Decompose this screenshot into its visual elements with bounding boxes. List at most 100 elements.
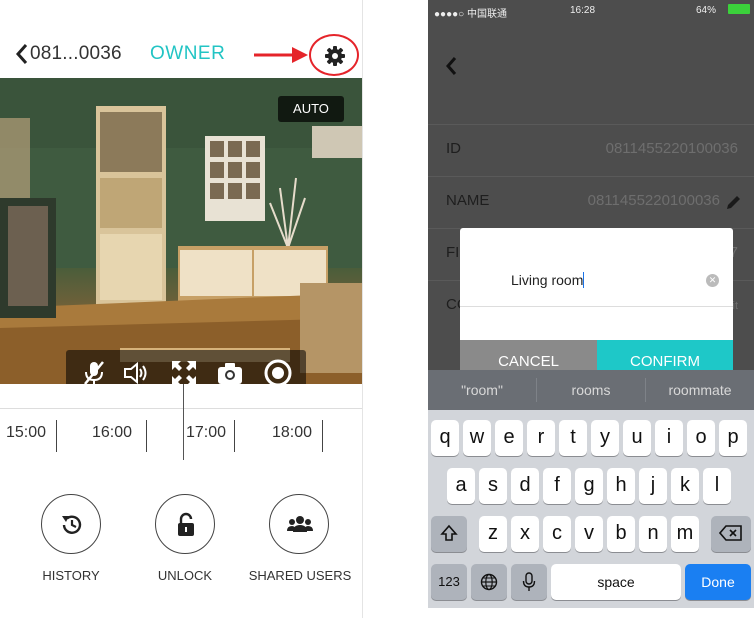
dictation-key[interactable]: [511, 564, 547, 600]
delete-key[interactable]: [711, 516, 751, 552]
camera-view-screen: 081...0036 OWNER AUTO 15:00 16:00 17:00 …: [0, 0, 362, 618]
playback-timeline[interactable]: 15:00 16:00 17:00 18:00: [0, 384, 362, 460]
screenshot-canvas: 081...0036 OWNER AUTO 15:00 16:00 17:00 …: [0, 0, 754, 618]
annotation-arrow-icon: [254, 47, 308, 63]
timeline-label: 15:00: [6, 424, 47, 441]
key-k[interactable]: k: [671, 468, 699, 504]
panel-divider: [362, 0, 363, 618]
info-row-id: ID 0811455220100036: [428, 124, 754, 172]
camera-icon[interactable]: [216, 359, 244, 384]
timeline-label: 16:00: [92, 424, 133, 441]
battery-percent: 64%: [696, 5, 717, 16]
backspace-icon: [718, 525, 742, 541]
key-s[interactable]: s: [479, 468, 507, 504]
shift-icon: [440, 524, 458, 541]
shift-key[interactable]: [431, 516, 467, 552]
rename-dialog: Living room ✕ CANCEL CONFIRM: [460, 228, 733, 384]
row-value: 0811455220100036: [587, 192, 720, 209]
timeline-label: 18:00: [272, 424, 313, 441]
key-m[interactable]: m: [671, 516, 699, 552]
timeline-track: [0, 408, 362, 409]
history-icon: [62, 515, 82, 534]
row-value: it: [732, 300, 739, 312]
key-p[interactable]: p: [719, 420, 747, 456]
unlock-button[interactable]: [155, 494, 215, 554]
key-a[interactable]: a: [447, 468, 475, 504]
dialog-separator: [460, 306, 733, 307]
timeline-tick: [146, 420, 147, 452]
key-i[interactable]: i: [655, 420, 683, 456]
text-caret: [583, 272, 585, 288]
settings-button[interactable]: [309, 34, 359, 76]
name-input-value[interactable]: Living room: [511, 272, 585, 288]
speaker-icon[interactable]: [122, 359, 150, 384]
key-u[interactable]: u: [623, 420, 651, 456]
users-icon: [287, 516, 313, 532]
live-video-feed[interactable]: AUTO: [0, 78, 362, 384]
header-bar: 081...0036 OWNER: [0, 34, 362, 78]
key-z[interactable]: z: [479, 516, 507, 552]
shared-users-button[interactable]: [269, 494, 329, 554]
done-key[interactable]: Done: [685, 564, 751, 600]
key-o[interactable]: o: [687, 420, 715, 456]
status-bar: ●●●●○ 中国联通 16:28 64%: [428, 0, 754, 20]
row-key: FI: [446, 244, 460, 261]
key-v[interactable]: v: [575, 516, 603, 552]
numbers-key[interactable]: 123: [431, 564, 467, 600]
video-control-bar: [66, 350, 306, 384]
key-d[interactable]: d: [511, 468, 539, 504]
suggestion-item[interactable]: "room": [428, 370, 536, 410]
mute-mic-icon[interactable]: [80, 359, 108, 384]
key-q[interactable]: q: [431, 420, 459, 456]
owner-badge: OWNER: [150, 43, 226, 64]
key-x[interactable]: x: [511, 516, 539, 552]
auto-quality-button[interactable]: AUTO: [278, 96, 344, 122]
history-label: HISTORY: [42, 568, 100, 583]
back-chevron-icon[interactable]: [14, 42, 30, 66]
timeline-cursor[interactable]: [183, 384, 184, 460]
key-c[interactable]: c: [543, 516, 571, 552]
timeline-tick: [322, 420, 323, 452]
key-n[interactable]: n: [639, 516, 667, 552]
status-time: 16:28: [570, 5, 596, 16]
key-y[interactable]: y: [591, 420, 619, 456]
key-w[interactable]: w: [463, 420, 491, 456]
unlock-icon: [178, 512, 194, 536]
key-t[interactable]: t: [559, 420, 587, 456]
fullscreen-icon[interactable]: [170, 359, 198, 384]
gear-icon: [325, 46, 345, 66]
key-j[interactable]: j: [639, 468, 667, 504]
key-f[interactable]: f: [543, 468, 571, 504]
timeline-tick: [56, 420, 57, 452]
key-b[interactable]: b: [607, 516, 635, 552]
row-key: ID: [446, 140, 461, 157]
record-icon[interactable]: [264, 359, 292, 384]
key-e[interactable]: e: [495, 420, 523, 456]
carrier-label: ●●●●○ 中国联通: [434, 9, 507, 20]
predictive-suggestions-bar: "room" rooms roommate: [428, 370, 754, 410]
pencil-icon[interactable]: [726, 193, 742, 209]
globe-icon: [480, 573, 498, 591]
shared-users-label: SHARED USERS: [248, 568, 352, 583]
info-row-name[interactable]: NAME 0811455220100036: [428, 176, 754, 224]
suggestion-item[interactable]: rooms: [537, 370, 645, 410]
history-button[interactable]: [41, 494, 101, 554]
key-l[interactable]: l: [703, 468, 731, 504]
space-key[interactable]: space: [551, 564, 681, 600]
ios-keyboard: q w e r t y u i o p a s d f g h j k l z …: [428, 410, 754, 608]
timeline-tick: [234, 420, 235, 452]
back-chevron-icon[interactable]: [444, 55, 458, 77]
device-id-title: 081...0036: [30, 43, 122, 64]
battery-icon: [728, 4, 750, 14]
suggestion-item[interactable]: roommate: [646, 370, 754, 410]
key-r[interactable]: r: [527, 420, 555, 456]
clear-input-icon[interactable]: ✕: [706, 274, 719, 287]
key-g[interactable]: g: [575, 468, 603, 504]
globe-key[interactable]: [471, 564, 507, 600]
room-scene-image: [0, 78, 362, 384]
rename-device-screen: ●●●●○ 中国联通 16:28 64% ID 0811455220100036…: [428, 0, 754, 608]
name-input-field[interactable]: Living room ✕: [460, 228, 733, 306]
key-h[interactable]: h: [607, 468, 635, 504]
row-value: 0811455220100036: [605, 140, 738, 157]
microphone-icon: [522, 572, 536, 591]
